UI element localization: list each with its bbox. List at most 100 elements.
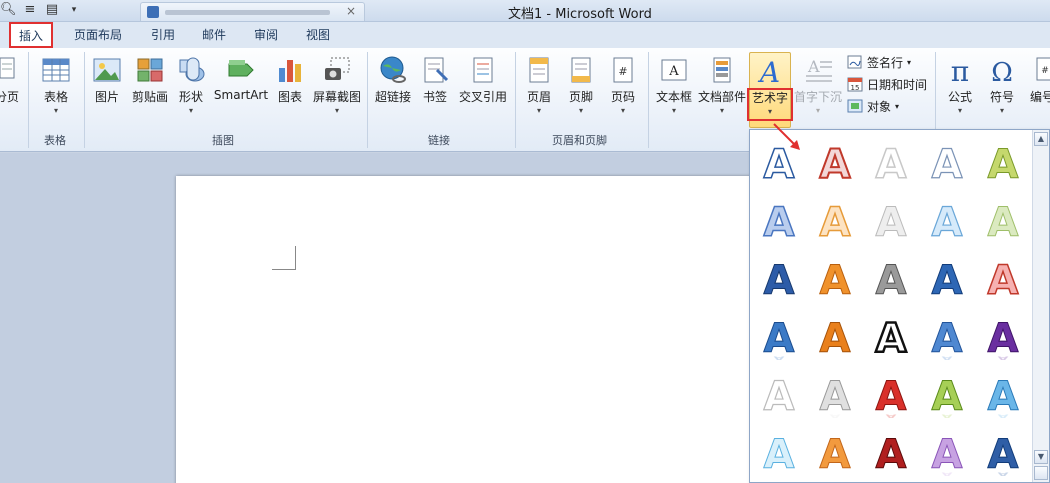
wordart-style-option[interactable]: A: [924, 256, 970, 305]
comment-icon[interactable]: ▤: [44, 2, 60, 18]
footer-button[interactable]: 页脚 ▾: [564, 52, 598, 128]
bookmark-button[interactable]: 书签: [419, 52, 451, 128]
group-separator: [515, 52, 516, 148]
svg-text:A: A: [668, 64, 679, 79]
wordart-style-option[interactable]: AA: [868, 372, 914, 421]
document-page[interactable]: [176, 176, 776, 483]
wordart-style-option[interactable]: A: [868, 430, 914, 479]
wordart-style-option[interactable]: A: [812, 430, 858, 479]
smartart-button[interactable]: SmartArt: [212, 52, 270, 128]
tab-insert[interactable]: 插入: [9, 22, 54, 48]
wordart-style-option[interactable]: A: [812, 198, 858, 247]
text-margin-mark: [272, 246, 296, 270]
globe-link-icon: [377, 54, 409, 86]
wordart-style-option[interactable]: A: [980, 140, 1026, 189]
svg-text:A: A: [876, 258, 907, 302]
tab-page-layout[interactable]: 页面布局: [74, 26, 122, 43]
hyperlink-label: 超链接: [374, 90, 411, 104]
wordart-style-option[interactable]: AA: [812, 372, 858, 421]
wordart-style-option[interactable]: A: [868, 256, 914, 305]
page-number-button[interactable]: # 页码 ▾: [606, 52, 640, 128]
tab-view[interactable]: 视图: [306, 26, 330, 43]
hyperlink-button[interactable]: 超链接: [372, 52, 414, 128]
crossref-button[interactable]: 交叉引用: [455, 52, 511, 128]
svg-text:A: A: [988, 316, 1019, 360]
svg-text:A: A: [998, 413, 1010, 418]
textbox-button[interactable]: A 文本框 ▾: [654, 52, 694, 128]
tab-references[interactable]: 引用: [151, 26, 175, 43]
picture-button[interactable]: 图片: [89, 52, 125, 128]
wordart-style-option[interactable]: AA: [756, 314, 802, 363]
svg-text:#: #: [1041, 66, 1049, 76]
wordart-style-option[interactable]: A: [868, 140, 914, 189]
svg-text:A: A: [820, 432, 851, 476]
wordart-style-option[interactable]: A: [756, 256, 802, 305]
svg-text:A: A: [876, 316, 907, 360]
wordart-style-option[interactable]: A: [812, 140, 858, 189]
document-tab-title-blurred: [165, 10, 330, 15]
wordart-style-option[interactable]: A: [924, 140, 970, 188]
wordart-style-option[interactable]: A: [812, 314, 858, 363]
wordart-style-option[interactable]: A: [980, 256, 1026, 305]
scroll-down-icon[interactable]: ▼: [1034, 450, 1048, 464]
omega-icon: Ω: [986, 54, 1018, 88]
wordart-style-option[interactable]: A: [756, 198, 802, 247]
list-icon[interactable]: ≡: [22, 2, 38, 18]
shapes-button[interactable]: 形状 ▾: [175, 52, 207, 128]
object-icon: [847, 98, 863, 114]
svg-text:A: A: [764, 200, 795, 244]
scroll-up-icon[interactable]: ▲: [1034, 132, 1048, 146]
chevron-down-icon: ▾: [719, 106, 724, 115]
dropdown-icon[interactable]: ▾: [66, 2, 82, 18]
table-button[interactable]: 表格 ▾: [36, 52, 76, 128]
smartart-label: SmartArt: [213, 88, 269, 102]
crossref-icon: [467, 54, 499, 86]
tab-mailings[interactable]: 邮件: [202, 26, 226, 43]
object-button[interactable]: 对象 ▾: [847, 96, 899, 116]
symbol-button[interactable]: Ω 符号 ▾: [982, 52, 1022, 128]
wordart-style-option[interactable]: AA: [924, 372, 970, 421]
wordart-style-option[interactable]: A: [980, 198, 1026, 247]
wordart-style-option[interactable]: AA: [980, 430, 1026, 479]
header-button[interactable]: 页眉 ▾: [522, 52, 556, 128]
gallery-scrollbar[interactable]: ▲ ▼: [1032, 130, 1049, 482]
wordart-style-option[interactable]: A: [868, 198, 914, 247]
wordart-style-option[interactable]: AA: [924, 430, 970, 479]
group-separator: [84, 52, 85, 148]
tab-review[interactable]: 审阅: [254, 26, 278, 43]
wordart-style-option[interactable]: AA: [980, 372, 1026, 421]
wordart-gallery: AAAAAAAAAAAAAAAAAAAAAAAAAAAAAAAAAAAAAAAA…: [749, 129, 1050, 483]
svg-text:A: A: [876, 142, 907, 186]
svg-text:A: A: [820, 374, 851, 418]
textbox-icon: A: [658, 54, 690, 86]
close-icon[interactable]: ×: [346, 4, 356, 18]
bookmark-label: 书签: [422, 90, 447, 104]
wordart-style-option[interactable]: AA: [756, 372, 802, 420]
quickparts-button[interactable]: 文档部件 ▾: [697, 52, 747, 128]
date-time-button[interactable]: 15 日期和时间: [847, 74, 927, 94]
svg-text:A: A: [830, 413, 842, 418]
wordart-style-option[interactable]: A: [756, 430, 802, 479]
crossref-label: 交叉引用: [458, 90, 507, 104]
footer-label: 页脚: [568, 90, 593, 104]
footer-icon: [565, 54, 597, 86]
numbering-button[interactable]: # 编号: [1026, 52, 1050, 128]
more-options-icon[interactable]: [1034, 466, 1048, 480]
signature-line-label: 签名行: [867, 55, 904, 70]
wordart-style-option[interactable]: A: [924, 198, 970, 246]
wordart-style-option[interactable]: AA: [980, 314, 1026, 363]
document-tab[interactable]: ×: [140, 2, 365, 21]
wordart-style-option[interactable]: AA: [924, 314, 970, 363]
clipart-button[interactable]: 剪贴画: [130, 52, 170, 128]
chevron-down-icon: ▾: [334, 106, 339, 115]
svg-text:A: A: [764, 316, 795, 360]
equation-button[interactable]: π 公式 ▾: [940, 52, 980, 128]
signature-line-button[interactable]: 签名行 ▾: [847, 52, 911, 72]
wordart-style-option[interactable]: A: [868, 314, 914, 364]
chart-button[interactable]: 图表: [273, 52, 307, 128]
preview-icon[interactable]: 🔍︎: [0, 2, 17, 18]
page-break-button[interactable]: 分页: [0, 52, 20, 128]
chart-icon: [274, 54, 306, 86]
wordart-style-option[interactable]: A: [812, 256, 858, 305]
screenshot-button[interactable]: 屏幕截图 ▾: [311, 52, 363, 128]
